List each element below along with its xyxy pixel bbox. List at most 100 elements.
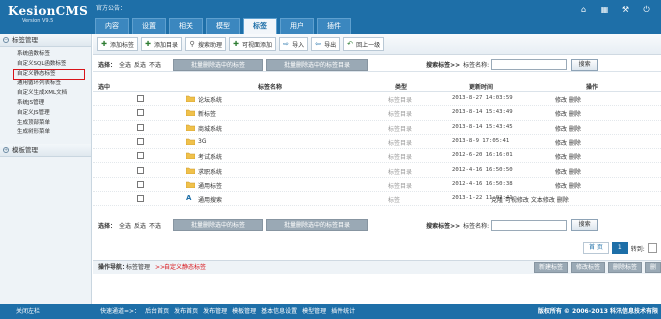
goto-input[interactable] xyxy=(647,243,657,253)
select-invert-link[interactable]: 反选 xyxy=(134,60,146,69)
row-actions[interactable]: 克隆 可视修改 文本修改 删除 xyxy=(491,195,569,204)
select-all-link[interactable]: 全选 xyxy=(119,60,131,69)
table-header: 选中 标签名称 类型 更新时间 操作 xyxy=(93,80,661,92)
quick-nav: 快速通道=>： 后台首页 发布首页 发布管理 模板管理 基本信息设置 模型管理 … xyxy=(100,304,355,319)
tab-plugins[interactable]: 插件 xyxy=(317,18,351,34)
row-checkbox[interactable] xyxy=(137,137,144,145)
select-all-link[interactable]: 全选 xyxy=(119,221,131,230)
tab-users[interactable]: 用户 xyxy=(280,18,314,34)
row-actions[interactable]: 修改 删除 xyxy=(555,138,581,147)
tab-model[interactable]: 模型 xyxy=(206,18,240,34)
new-tag-button[interactable]: 新建标签 xyxy=(533,262,568,273)
row-name[interactable]: 求职系统 xyxy=(198,167,222,176)
row-checkbox[interactable] xyxy=(137,123,144,131)
quick-nav-plugin-stats[interactable]: 插件统计 xyxy=(331,304,355,319)
row-actions[interactable]: 修改 删除 xyxy=(555,95,581,104)
operation-nav: 操作导航： 标签管理 >> 自定义静态标签 新建标签 修改标签 删除标签 删 xyxy=(93,260,661,274)
bulk-delete-dirs-button[interactable]: 批量删除选中的标签目录 xyxy=(266,219,369,231)
back-button[interactable]: ↶ 回上一级 xyxy=(343,37,385,51)
tab-content[interactable]: 内容 xyxy=(95,18,129,34)
tab-settings[interactable]: 设置 xyxy=(132,18,166,34)
row-name[interactable]: 论坛系统 xyxy=(198,95,222,104)
edit-tag-button[interactable]: 修改标签 xyxy=(570,262,605,273)
row-name[interactable]: 新标签 xyxy=(198,109,216,118)
import-button[interactable]: ⇨ 导入 xyxy=(279,37,309,51)
sidebar-item-system-func[interactable]: 系统函数标签 xyxy=(17,50,91,60)
power-icon[interactable]: ⏻ xyxy=(642,5,651,14)
delete-tag-button[interactable]: 删除标签 xyxy=(607,262,642,273)
row-name[interactable]: 考试系统 xyxy=(198,152,222,161)
row-checkbox[interactable] xyxy=(137,195,144,203)
tab-related[interactable]: 相关 xyxy=(169,18,203,34)
sidebar-item-loop-list[interactable]: 通用循环列表标签 xyxy=(17,79,91,89)
add-folder-button[interactable]: ✚ 添加目录 xyxy=(141,37,183,51)
row-actions[interactable]: 修改 删除 xyxy=(555,167,581,176)
visual-add-icon: ✚ xyxy=(233,40,239,48)
row-name[interactable]: 商城系统 xyxy=(198,124,222,133)
select-none-link[interactable]: 不选 xyxy=(149,221,161,230)
col-time: 更新时间 xyxy=(469,84,494,91)
quick-nav-publish-home[interactable]: 发布首页 xyxy=(174,304,198,319)
app-header: KesionCMS Version V9.5 官方公告： ⌂ ▦ ⚒ ⏻ 内容 … xyxy=(0,0,661,34)
sidebar-item-top-menu[interactable]: 生成顶部菜单 xyxy=(17,119,91,129)
quick-nav-template-manage[interactable]: 模板管理 xyxy=(232,304,256,319)
breadcrumb-tag-manage[interactable]: 标签管理 xyxy=(126,261,150,274)
row-checkbox[interactable] xyxy=(137,109,144,117)
row-actions[interactable]: 修改 删除 xyxy=(555,152,581,161)
row-checkbox[interactable] xyxy=(137,180,144,188)
table-row: 论坛系统 标签目录 2013-8-27 14:03:59 修改 删除 xyxy=(93,92,661,107)
sidebar-item-system-js[interactable]: 系统JS管理 xyxy=(17,99,91,109)
row-checkbox[interactable] xyxy=(137,152,144,160)
row-time: 2012-6-20 16:16:01 xyxy=(452,152,513,159)
sidebar-item-tree-menu[interactable]: 生成树形菜单 xyxy=(17,128,91,138)
sidebar-item-xml[interactable]: 自定义生成XML文档 xyxy=(17,89,91,99)
search-input[interactable] xyxy=(491,219,568,231)
quick-nav-admin-home[interactable]: 后台首页 xyxy=(145,304,169,319)
row-name[interactable]: 3G xyxy=(198,138,206,145)
close-left-link[interactable]: 关闭左栏 xyxy=(16,304,40,319)
row-name[interactable]: 通用标签 xyxy=(198,181,222,190)
grid-icon[interactable]: ▦ xyxy=(600,5,609,14)
row-checkbox[interactable] xyxy=(137,95,144,102)
row-type: 标签目录 xyxy=(388,139,413,147)
delete-button[interactable]: 删 xyxy=(644,262,661,273)
tab-tags[interactable]: 标签 xyxy=(243,18,277,34)
sidebar-item-static-tags[interactable]: 自定义静态标签 xyxy=(13,68,85,81)
bulk-delete-tags-button[interactable]: 批量删除选中的标签 xyxy=(173,219,264,231)
col-select: 选中 xyxy=(98,84,111,91)
select-invert-link[interactable]: 反选 xyxy=(134,221,146,230)
search-button[interactable]: 搜索 xyxy=(571,58,599,71)
current-page[interactable]: 1 xyxy=(611,242,628,254)
sidebar-section-templates[interactable]: + 模板管理 xyxy=(0,144,91,158)
export-button[interactable]: ⇦ 导出 xyxy=(311,37,341,51)
row-actions[interactable]: 修改 删除 xyxy=(555,181,581,190)
quick-nav-model-manage[interactable]: 模型管理 xyxy=(302,304,326,319)
col-ops: 操作 xyxy=(586,84,599,91)
sidebar: − 标签管理 系统函数标签 自定义SQL函数标签 自定义静态标签 通用循环列表标… xyxy=(0,34,92,304)
bulk-delete-dirs-button[interactable]: 批量删除选中的标签目录 xyxy=(266,58,369,71)
row-name[interactable]: 通用搜索 xyxy=(198,195,222,204)
table-row: A 通用搜索 标签 2013-1-22 11:02:41 克隆 可视修改 文本修改 删除 xyxy=(93,192,661,207)
quick-nav-publish-manage[interactable]: 发布管理 xyxy=(203,304,227,319)
search-button[interactable]: 搜索 xyxy=(571,219,599,231)
row-actions[interactable]: 修改 删除 xyxy=(555,109,581,118)
home-icon[interactable]: ⌂ xyxy=(579,5,588,14)
logo-version: Version V9.5 xyxy=(22,18,54,24)
row-checkbox[interactable] xyxy=(137,166,144,174)
quick-nav-basic-settings[interactable]: 基本信息设置 xyxy=(261,304,297,319)
add-tag-button[interactable]: ✚ 添加标签 xyxy=(97,37,139,51)
goto-label: 转到: xyxy=(630,245,645,253)
sidebar-section-tags[interactable]: − 标签管理 xyxy=(0,34,91,47)
tools-icon[interactable]: ⚒ xyxy=(621,5,630,14)
search-assistant-button[interactable]: ⚲ 搜索助理 xyxy=(185,37,227,51)
search-input[interactable] xyxy=(491,59,568,70)
folder-icon xyxy=(186,124,195,131)
first-page-button[interactable]: 首 页 xyxy=(583,242,609,254)
bulk-delete-tags-button[interactable]: 批量删除选中的标签 xyxy=(173,58,264,71)
sidebar-item-custom-js[interactable]: 自定义JS管理 xyxy=(17,109,91,119)
select-none-link[interactable]: 不选 xyxy=(149,60,161,69)
visual-add-button[interactable]: ✚ 可视面添加 xyxy=(229,37,277,51)
sidebar-item-sql-func[interactable]: 自定义SQL函数标签 xyxy=(17,60,91,70)
row-actions[interactable]: 修改 删除 xyxy=(555,124,581,133)
add-folder-icon: ✚ xyxy=(145,40,151,48)
